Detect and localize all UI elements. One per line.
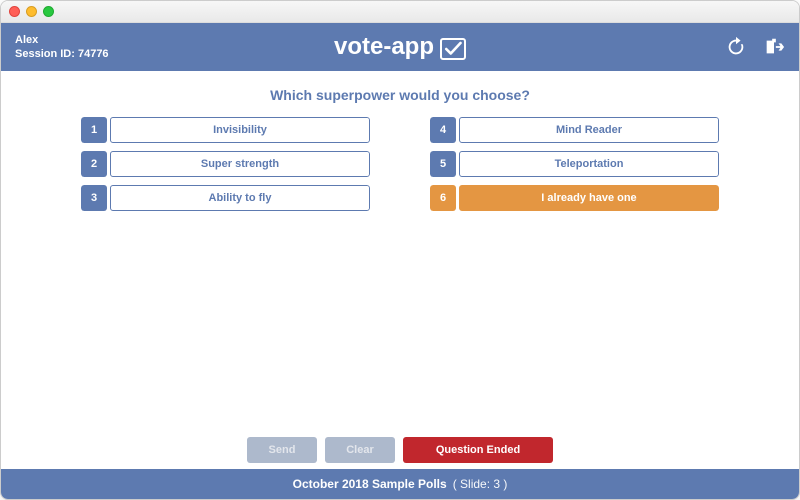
option-number: 3 <box>81 185 107 211</box>
app-header: Alex Session ID: 74776 vote-app <box>1 23 799 71</box>
option-label: Invisibility <box>110 117 370 143</box>
question-status-badge: Question Ended <box>403 437 553 463</box>
clear-button: Clear <box>325 437 395 463</box>
option-6[interactable]: 6I already have one <box>430 185 719 211</box>
option-label: Super strength <box>110 151 370 177</box>
option-2[interactable]: 2Super strength <box>81 151 370 177</box>
window-maximize-icon[interactable] <box>43 6 54 17</box>
footer-slide-info: ( Slide: 3 ) <box>453 477 508 491</box>
user-name: Alex <box>15 33 109 47</box>
option-number: 5 <box>430 151 456 177</box>
footer-title: October 2018 Sample Polls <box>293 477 447 491</box>
refresh-icon[interactable] <box>725 36 747 58</box>
options-grid: 1Invisibility 4Mind Reader 2Super strength… <box>1 117 799 211</box>
brand-text: vote-app <box>334 33 434 61</box>
window-close-icon[interactable] <box>9 6 20 17</box>
bottom-bar: Send Clear Question Ended <box>1 427 799 469</box>
option-label: Ability to fly <box>110 185 370 211</box>
app-footer: October 2018 Sample Polls ( Slide: 3 ) <box>1 469 799 499</box>
user-info: Alex Session ID: 74776 <box>15 33 109 62</box>
content-area: Which superpower would you choose? 1Invi… <box>1 71 799 469</box>
option-5[interactable]: 5Teleportation <box>430 151 719 177</box>
option-4[interactable]: 4Mind Reader <box>430 117 719 143</box>
option-number: 1 <box>81 117 107 143</box>
option-3[interactable]: 3Ability to fly <box>81 185 370 211</box>
option-label: I already have one <box>459 185 719 211</box>
option-number: 6 <box>430 185 456 211</box>
header-actions <box>725 36 785 58</box>
option-label: Mind Reader <box>459 117 719 143</box>
poll-question: Which superpower would you choose? <box>1 71 799 117</box>
option-number: 2 <box>81 151 107 177</box>
window-minimize-icon[interactable] <box>26 6 37 17</box>
option-1[interactable]: 1Invisibility <box>81 117 370 143</box>
session-id-label: Session ID: 74776 <box>15 47 109 61</box>
mac-titlebar <box>1 1 799 23</box>
option-label: Teleportation <box>459 151 719 177</box>
brand-check-icon <box>440 38 466 60</box>
logout-icon[interactable] <box>763 36 785 58</box>
option-number: 4 <box>430 117 456 143</box>
app-window: Alex Session ID: 74776 vote-app Which su… <box>0 0 800 500</box>
send-button: Send <box>247 437 317 463</box>
brand-logo: vote-app <box>334 33 466 61</box>
